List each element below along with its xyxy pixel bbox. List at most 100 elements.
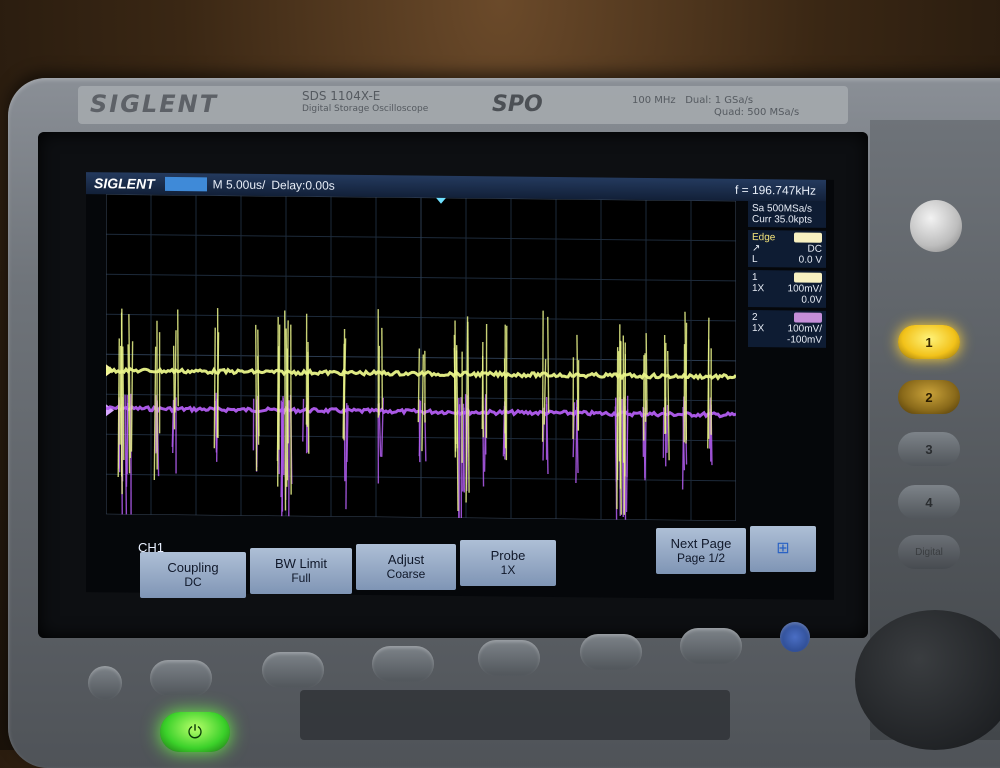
model-subtitle: Digital Storage Oscilloscope (302, 103, 428, 116)
info-panel: Sa 500MSa/s Curr 35.0kpts Edge ↗ DC L 0.0 … (748, 201, 826, 522)
softkey-label: Adjust (356, 553, 456, 567)
trace-spike (154, 347, 155, 480)
universal-knob-button[interactable] (780, 622, 810, 652)
acquisition-box: Sa 500MSa/s Curr 35.0kpts (748, 201, 826, 228)
ch1-number: 1 (752, 272, 758, 283)
trigger-position-marker (436, 198, 446, 204)
ch2-button[interactable]: 2 (898, 380, 960, 414)
trace-spike (131, 341, 132, 451)
ch2-probe: 1X (752, 323, 764, 334)
softkey-button-1[interactable] (150, 660, 212, 696)
network-icon: ⊞ (750, 542, 816, 556)
brand-logo: SIGLENT (90, 90, 290, 118)
screen-logo: SIGLENT (94, 175, 155, 192)
trace-spike (283, 396, 284, 475)
trigger-box[interactable]: Edge ↗ DC L 0.0 V (748, 230, 826, 268)
sample-quad-text: Quad: 500 MSa/s (714, 107, 799, 118)
trace-spike (419, 399, 420, 462)
waveform-area[interactable] (106, 194, 736, 521)
run-indicator (165, 177, 207, 191)
trigger-level: 0.0 V (799, 255, 822, 266)
trigger-type: Edge (752, 232, 775, 243)
trace-spike (645, 353, 646, 422)
delay-label: Delay:0.00s (271, 178, 334, 193)
network-softkey[interactable]: ⊞ (750, 526, 816, 572)
trace-spike (627, 396, 628, 477)
softkey-button-5[interactable] (580, 634, 642, 670)
trace-spike (256, 325, 257, 471)
sample-dual-text: Dual: 1 GSa/s (685, 95, 753, 106)
trace-spike (422, 354, 423, 451)
softkey-button-2[interactable] (262, 652, 324, 688)
softkey-value: 1X (460, 563, 556, 577)
power-icon: ⏻ (188, 722, 202, 743)
softkey-button-6[interactable] (680, 628, 742, 664)
softkey-label: Probe (460, 549, 556, 563)
next-page-softkey[interactable]: Next Page Page 1/2 (656, 528, 746, 574)
trace-spike (686, 323, 687, 444)
trace-spike (547, 397, 548, 474)
ch2-swatch (794, 312, 822, 322)
ch2-scale: 100mV/ (788, 323, 822, 334)
bandwidth-text: 100 MHz (632, 95, 676, 106)
trigger-coupling: DC (808, 244, 822, 255)
model-label: SDS 1104X-E Digital Storage Oscilloscope (302, 90, 428, 116)
coupling-softkey[interactable]: Coupling DC (140, 552, 246, 598)
ch2-offset: -100mV (787, 334, 822, 345)
power-button[interactable]: ⏻ (160, 712, 230, 752)
adjust-softkey[interactable]: Adjust Coarse (356, 544, 456, 590)
front-io-panel (300, 690, 730, 740)
trace-spike (174, 346, 175, 430)
grid-lines (106, 194, 736, 521)
trace-spike (485, 394, 486, 472)
trace-spike (646, 333, 647, 414)
trace-spike (483, 356, 484, 437)
adjust-knob[interactable] (910, 200, 962, 252)
softkey-value: Page 1/2 (656, 551, 746, 565)
softkey-label: Coupling (140, 561, 246, 575)
sample-rate: Sa 500MSa/s (752, 203, 822, 215)
trace-spike (303, 399, 304, 442)
trace-spike (125, 395, 126, 521)
trace-spike (667, 405, 668, 453)
trace-spike (668, 351, 669, 460)
frequency-readout: f = 196.747kHz (735, 183, 816, 198)
ch1-scale: 100mV/ (788, 283, 822, 294)
softkey-value: DC (140, 575, 246, 589)
trigger-swatch (794, 232, 822, 242)
probe-softkey[interactable]: Probe 1X (460, 540, 556, 586)
spo-logo: SPO (492, 92, 543, 117)
waveform-svg (106, 194, 736, 521)
ch1-button[interactable]: 1 (898, 325, 960, 359)
ch1-probe: 1X (752, 283, 764, 294)
trace-spike (543, 311, 544, 442)
spec-label: 100 MHz Dual: 1 GSa/s Quad: 500 MSa/s (632, 95, 799, 119)
trace-spike (548, 317, 549, 413)
ch1-info-box[interactable]: 1 1X 100mV/ 0.0V (748, 270, 826, 308)
timebase-label: M 5.00us/ (213, 177, 266, 192)
ch3-button[interactable]: 3 (898, 432, 960, 466)
ch2-info-box[interactable]: 2 1X 100mV/ -100mV (748, 310, 826, 348)
softkey-bar: Coupling DC BW Limit Full Adjust Coarse … (138, 526, 828, 590)
ch2-number: 2 (752, 312, 758, 323)
model-name: SDS 1104X-E (302, 90, 428, 103)
trace-spike (576, 400, 577, 483)
trace-spike (120, 346, 121, 445)
ch1-offset: 0.0V (801, 295, 822, 306)
trigger-edge-icon: ↗ (752, 243, 760, 254)
trace-spike (285, 310, 286, 510)
softkey-value: Coarse (356, 567, 456, 581)
digital-button[interactable]: Digital (898, 535, 960, 569)
menu-off-button[interactable] (88, 666, 122, 700)
trace-spike (463, 404, 464, 493)
trace-spike (279, 325, 280, 450)
softkey-button-4[interactable] (478, 640, 540, 676)
softkey-label: Next Page (656, 537, 746, 551)
trigger-source: L (752, 254, 758, 265)
softkey-button-3[interactable] (372, 646, 434, 682)
ch4-button[interactable]: 4 (898, 485, 960, 519)
trace-spike (457, 350, 458, 448)
bw-limit-softkey[interactable]: BW Limit Full (250, 548, 352, 594)
trace-spike (308, 342, 309, 454)
softkey-value: Full (250, 571, 352, 585)
